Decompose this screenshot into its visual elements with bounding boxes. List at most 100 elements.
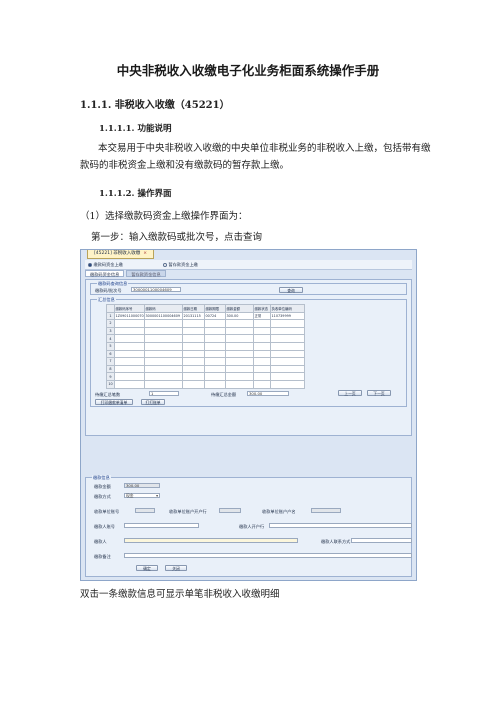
table-cell [225,349,254,359]
row-number: 8 [106,364,115,374]
table-cell [182,319,205,328]
remark-label: 缴款备注 [94,554,111,559]
table-cell [144,372,183,381]
table-cell [253,349,271,359]
row-number: 9 [106,372,115,381]
row-number: 1 [106,311,115,321]
table-cell [225,364,254,374]
table-cell: 00724 [204,311,226,321]
radio-unselected-icon [163,263,167,267]
table-cell [204,334,226,343]
column-header: 缴款金额 [225,304,254,313]
payer-bank-label: 缴款人开户行 [239,524,265,529]
table-cell [114,326,145,336]
payer-contact-input[interactable] [351,538,412,543]
table-cell [204,341,226,351]
table-cell [225,341,254,351]
close-button[interactable]: 关闭 [165,565,187,571]
payer-account-input[interactable] [124,523,199,528]
table-cell [144,379,183,389]
method-select[interactable]: 现金 ▾ [124,493,160,498]
table-row[interactable]: 9 [106,372,305,381]
payer-input[interactable] [124,538,298,543]
table-row[interactable]: 4 [106,334,305,343]
payer-label: 缴款人 [94,539,107,544]
table-row[interactable]: 2 [106,319,305,328]
table-cell [253,319,271,328]
table-cell [270,334,305,343]
payee-bank-label: 收款单位账户开户行 [169,509,207,514]
table-cell [182,364,205,374]
caption-text: 双击一条缴款信息可显示单笔非税收入收缴明细 [80,589,280,600]
table-cell [114,334,145,343]
table-cell [204,319,226,328]
subsection-heading-interface: 1.1.1.2. 操作界面 [99,189,172,199]
table-cell [253,379,271,389]
query-group: 缴款码查询信息 缴款码/批次号 3000001100004609 查询 [90,281,407,295]
table-row[interactable]: 5 [106,341,305,351]
radio-selected-icon [88,263,92,267]
table-cell [253,326,271,336]
table-cell [114,319,145,328]
method-select-value: 现金 [126,493,134,498]
tab-temp-info[interactable]: 暂存款资金信息 [126,270,166,277]
code-label: 缴款码/批次号 [95,288,122,293]
column-header: 缴款期限 [204,304,226,313]
header-corner [106,304,115,313]
table-cell: 20131115 [182,311,205,321]
table-cell: 1Z09011000070 [114,311,145,321]
table-cell: 300.00 [225,311,254,321]
table-cell [253,357,271,366]
print-list-button[interactable]: 打印缴款单清单 [95,399,133,405]
count-field: 1 [149,391,179,396]
prev-page-button[interactable]: 上一页 [338,390,362,396]
close-icon[interactable]: × [143,251,147,256]
payee-bank-field [219,508,241,513]
payer-contact-label: 缴款人联系方式 [321,539,351,544]
tab-code-info[interactable]: 缴款码资金信息 [85,270,125,277]
table-cell [144,319,183,328]
radio-temp-payment[interactable]: 暂存款资金上缴 [163,262,198,268]
amount-field: 300.00 [124,483,160,488]
table-cell [225,319,254,328]
table-row[interactable]: 7 [106,357,305,366]
table-row[interactable]: 8 [106,364,305,374]
payer-bank-input[interactable] [269,523,412,528]
remark-input[interactable] [124,553,412,558]
payee-name-field [311,508,341,513]
table-row[interactable]: 10 [106,379,305,389]
table-cell [270,372,305,381]
window-tab[interactable]: [45221] 非税收入收缴 × [87,250,155,259]
function-description: 本交易用于中央非税收入收缴的中央单位非税业务的非税收入上缴，包括带有缴款码的非税… [80,143,431,171]
table-cell [114,364,145,374]
subsection-heading-function: 1.1.1.1. 功能说明 [99,124,172,134]
table-cell [270,326,305,336]
table-cell [270,319,305,328]
print-button[interactable]: 打打账单 [141,399,165,405]
table-cell [204,357,226,366]
table-cell [225,326,254,336]
step-intro: （1）选择缴款码资金上缴操作界面为： [80,211,248,222]
code-input[interactable]: 3000001100004609 [131,287,181,292]
next-page-button[interactable]: 下一页 [367,390,391,396]
table-cell [253,364,271,374]
query-button[interactable]: 查询 [279,286,303,293]
document-title: 中央非税收入收缴电子化业务柜面系统操作手册 [116,63,380,78]
payment-table: 缴款码序号 缴款码 缴款日期 缴款期限 缴款金额 缴款状态 执收单位编码 1 1Z… [106,304,305,389]
table-row[interactable]: 1 1Z09011000070 3000001100004609 20131115 00… [106,311,305,321]
table-cell [270,349,305,359]
payment-group-title: 缴款信息 [92,475,111,481]
confirm-button[interactable]: 确定 [136,565,158,571]
table-row[interactable]: 3 [106,326,305,336]
table-cell [225,334,254,343]
table-cell [182,341,205,351]
window-tab-title: [45221] 非税收入收缴 [94,251,141,256]
table-row[interactable]: 6 [106,349,305,359]
radio-code-payment[interactable]: 缴款码资金上缴 [88,262,123,268]
table-cell: 110739999 [270,311,305,321]
column-header: 执收单位编码 [270,304,305,313]
row-number: 6 [106,349,115,359]
table-cell [270,341,305,351]
table-cell [182,326,205,336]
column-header: 缴款码序号 [114,304,145,313]
